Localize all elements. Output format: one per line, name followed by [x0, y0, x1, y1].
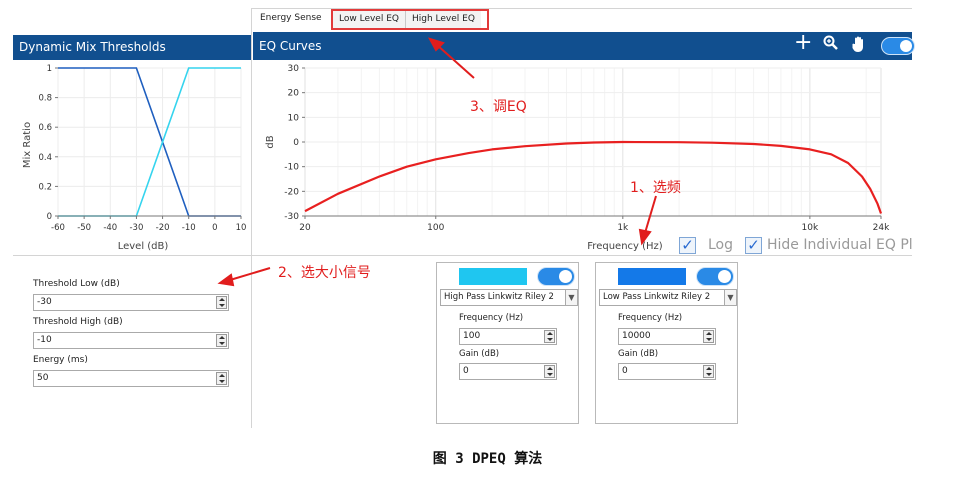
eq-y-tick-label: 20 [288, 89, 300, 99]
gain-spinner[interactable] [703, 365, 714, 378]
mix-x-tick-label: -30 [129, 223, 143, 233]
mix-y-axis-label: Mix Ratio [22, 122, 33, 168]
filter-type-value: High Pass Linkwitz Riley 2 [444, 292, 554, 302]
eq-enable-toggle[interactable] [881, 37, 915, 55]
energy-input[interactable]: 50 [33, 370, 229, 387]
eq-tab-group: Low Level EQ High Level EQ [331, 9, 489, 30]
frequency-input[interactable]: 100 [459, 328, 557, 345]
eq-y-tick-label: -30 [284, 212, 299, 222]
plus-icon[interactable]: + [794, 32, 812, 54]
eq-y-axis-label: dB [265, 135, 276, 148]
filter-enable-toggle[interactable] [537, 267, 575, 286]
eq-panel-header: EQ Curves + [253, 32, 915, 60]
mix-y-tick-label: 0 [47, 212, 52, 222]
frequency-value: 100 [463, 331, 481, 341]
mix-ratio-chart: -60 -50 -40 -30 -20 -10 0 10 0 0.2 0.4 0.6 0.8 1 Leve… [22, 64, 247, 252]
mix-x-axis-label: Level (dB) [118, 241, 169, 252]
gain-input[interactable]: 0 [618, 363, 716, 380]
eq-panel-title: EQ Curves [259, 39, 322, 53]
threshold-high-label: Threshold High (dB) [33, 317, 123, 327]
annotation-select-signal-level: 2、选大小信号 [278, 265, 371, 281]
eq-y-tick-label: 10 [288, 113, 300, 123]
filter-card-low-pass: Low Pass Linkwitz Riley 2 ▼ Frequency (H… [595, 262, 738, 424]
mix-x-tick-label: -60 [51, 223, 65, 233]
energy-sense-label: Energy Sense [260, 13, 322, 23]
log-checkbox[interactable]: ✓ [679, 237, 696, 254]
mix-ratio-line [58, 67, 241, 217]
threshold-high-value: -10 [37, 335, 52, 345]
annotation-select-frequency: 1、选频 [630, 180, 681, 196]
hand-icon[interactable] [851, 35, 867, 58]
gain-label: Gain (dB) [459, 349, 500, 359]
mix-y-tick-label: 1 [47, 64, 52, 74]
mix-ratio-line [58, 67, 241, 217]
frequency-label: Frequency (Hz) [459, 313, 524, 323]
tab-high-level-eq[interactable]: High Level EQ [405, 11, 481, 28]
mix-x-tick-label: -40 [103, 223, 117, 233]
filter-card-high-pass: High Pass Linkwitz Riley 2 ▼ Frequency (… [436, 262, 579, 424]
mix-x-tick-label: 0 [212, 223, 217, 233]
annotation-adjust-eq: 3、调EQ [470, 99, 527, 115]
mix-y-tick-label: 0.6 [38, 123, 52, 133]
gain-spinner[interactable] [544, 365, 555, 378]
eq-x-tick-label: 20 [299, 223, 311, 233]
gain-value: 0 [463, 366, 469, 376]
eq-x-tick-label: 10k [802, 223, 819, 233]
mix-y-tick-label: 0.2 [38, 182, 52, 192]
frequency-value: 10000 [622, 331, 651, 341]
frequency-input[interactable]: 10000 [618, 328, 716, 345]
eq-y-tick-label: -10 [284, 163, 299, 173]
mix-x-tick-label: -10 [182, 223, 196, 233]
filter-type-select[interactable]: High Pass Linkwitz Riley 2 ▼ [440, 289, 578, 306]
mix-y-tick-label: 0.8 [38, 94, 52, 104]
mix-panel-header: Dynamic Mix Thresholds [13, 35, 251, 60]
log-label: Log [708, 237, 734, 253]
mix-y-tick-label: 0.4 [38, 153, 52, 163]
figure-caption: 图 3 DPEQ 算法 [432, 451, 543, 467]
mix-x-tick-label: -50 [77, 223, 91, 233]
threshold-high-input[interactable]: -10 [33, 332, 229, 349]
frequency-label: Frequency (Hz) [618, 313, 683, 323]
energy-spinner[interactable] [216, 372, 227, 385]
mix-x-tick-label: -20 [156, 223, 170, 233]
eq-x-tick-label: 24k [873, 223, 890, 233]
tab-low-level-eq[interactable]: Low Level EQ [333, 11, 406, 28]
eq-x-axis-label: Frequency (Hz) [587, 241, 663, 252]
eq-y-tick-label: -20 [284, 187, 299, 197]
gain-input[interactable]: 0 [459, 363, 557, 380]
threshold-high-spinner[interactable] [216, 334, 227, 347]
eq-curves-chart: 20 100 1k 10k 24k3020100-10-20-30 Frequency … [265, 64, 890, 252]
energy-value: 50 [37, 373, 49, 383]
eq-y-tick-label: 30 [288, 64, 300, 74]
threshold-low-spinner[interactable] [216, 296, 227, 309]
gain-label: Gain (dB) [618, 349, 659, 359]
mix-panel-title: Dynamic Mix Thresholds [19, 40, 166, 54]
threshold-low-value: -30 [37, 297, 52, 307]
energy-label: Energy (ms) [33, 355, 88, 365]
filter-type-value: Low Pass Linkwitz Riley 2 [603, 292, 711, 302]
chevron-down-icon[interactable]: ▼ [565, 290, 577, 305]
hide-eq-plot-checkbox[interactable]: ✓ [745, 237, 762, 254]
eq-y-tick-label: 0 [293, 138, 299, 148]
magnifier-icon[interactable] [823, 35, 839, 56]
filter-color-swatch[interactable] [459, 268, 527, 285]
eq-x-tick-label: 1k [617, 223, 629, 233]
chevron-down-icon[interactable]: ▼ [724, 290, 736, 305]
filter-color-swatch[interactable] [618, 268, 686, 285]
filter-enable-toggle[interactable] [696, 267, 734, 286]
hide-eq-plot-label: Hide Individual EQ Plo [767, 237, 912, 253]
filter-type-select[interactable]: Low Pass Linkwitz Riley 2 ▼ [599, 289, 737, 306]
gain-value: 0 [622, 366, 628, 376]
eq-x-tick-label: 100 [427, 223, 444, 233]
eq-response-curve [304, 140, 883, 214]
frequency-spinner[interactable] [544, 330, 555, 343]
threshold-low-label: Threshold Low (dB) [33, 279, 120, 289]
threshold-low-input[interactable]: -30 [33, 294, 229, 311]
mix-x-tick-label: 10 [236, 223, 247, 233]
frequency-spinner[interactable] [703, 330, 714, 343]
